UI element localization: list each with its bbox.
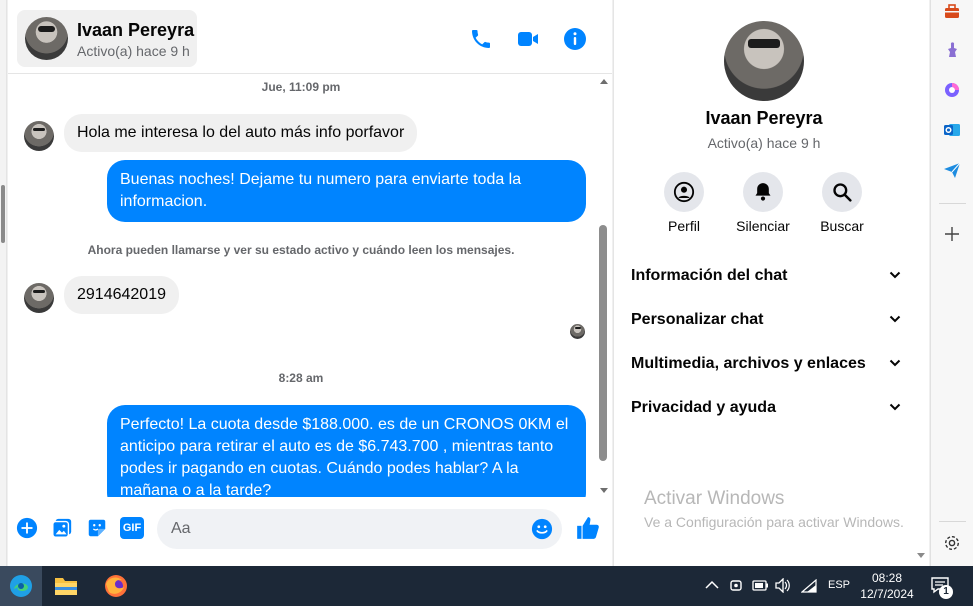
profile-avatar[interactable] [724,21,804,101]
clock-time: 08:28 [871,571,903,585]
taskbar-firefox[interactable] [95,566,137,606]
seen-receipt-avatar [570,324,585,339]
left-scrollbar-thumb[interactable] [1,185,5,243]
chat-info-notice: Ahora pueden llamarse y ver su estado ac… [87,243,515,257]
edge-browser-icon [10,575,32,597]
message-input-box[interactable] [157,509,562,549]
section-privacy-help[interactable]: Privacidad y ayuda [631,391,901,427]
profile-status: Activo(a) hace 9 h [707,135,821,151]
system-clock[interactable]: 08:28 12/7/2024 [857,570,917,602]
language-indicator[interactable]: ESP [828,579,850,591]
chevron-down-icon [889,315,901,323]
add-icon[interactable] [943,225,961,243]
search-button-label: Buscar [820,218,864,234]
profile-panel: Ivaan Pereyra Activo(a) hace 9 h Perfil … [613,0,929,566]
contact-name: Ivaan Pereyra [77,20,195,40]
section-chat-info[interactable]: Información del chat [631,259,901,295]
timestamp-separator: Jue, 11:09 pm [261,80,341,94]
sender-avatar [24,283,54,313]
search-icon [833,183,852,202]
folder-icon [55,578,77,595]
left-scrollbar[interactable] [0,0,7,566]
clock-date: 12/7/2024 [860,587,914,601]
timestamp-separator: 8:28 am [278,371,324,385]
section-customize-chat[interactable]: Personalizar chat [631,303,901,339]
info-icon[interactable] [563,27,587,51]
incoming-message[interactable]: Hola me interesa lo del auto más info po… [64,114,418,152]
send-icon[interactable] [943,161,961,179]
phone-icon[interactable] [469,27,493,51]
outlook-icon[interactable] [943,121,961,139]
chevron-down-icon [889,403,901,411]
notification-center-button[interactable]: 1 [926,573,956,599]
taskbar-file-explorer[interactable] [45,566,87,606]
activate-windows-subtitle: Ve a Configuración para activar Windows. [644,514,904,530]
toolbox-icon[interactable] [943,2,961,20]
notification-count-badge: 1 [939,585,953,599]
outgoing-message[interactable]: Buenas noches! Dejame tu numero para env… [107,160,586,222]
chevron-down-icon [889,271,901,279]
meet-now-icon[interactable] [729,577,744,594]
message-composer: GIF [8,497,612,566]
search-button[interactable]: Buscar [807,172,877,234]
mute-button-label: Silenciar [736,218,790,234]
chess-icon[interactable] [943,41,961,59]
bell-icon [755,183,771,201]
contact-avatar [25,17,68,60]
emoji-icon[interactable] [531,518,553,540]
section-title: Personalizar chat [631,311,764,328]
chat-header: Ivaan Pereyra Activo(a) hace 9 h [8,0,612,74]
person-icon [673,181,695,203]
taskbar-edge[interactable] [0,566,42,606]
photo-gallery-icon[interactable] [51,517,73,539]
section-title: Multimedia, archivos y enlaces [631,355,866,372]
sender-avatar [24,121,54,151]
video-call-icon[interactable] [516,27,540,51]
firefox-icon [105,575,127,597]
sticker-icon[interactable] [86,517,108,539]
profile-button-label: Perfil [668,218,700,234]
contact-header-button[interactable]: Ivaan Pereyra Activo(a) hace 9 h [17,10,197,67]
copilot-icon[interactable] [943,81,961,99]
profile-button[interactable]: Perfil [649,172,719,234]
message-input[interactable] [171,509,521,549]
settings-gear-icon[interactable] [943,534,961,552]
battery-icon[interactable] [752,579,769,592]
profile-scroll-down-icon[interactable] [917,553,925,558]
outgoing-message[interactable]: Perfecto! La cuota desde $188.000. es de… [107,405,586,497]
chat-panel: Ivaan Pereyra Activo(a) hace 9 h Jue, 11… [8,0,612,566]
screen: Ivaan Pereyra Activo(a) hace 9 h Jue, 11… [0,0,973,606]
incoming-message[interactable]: 2914642019 [64,276,179,314]
section-media-files-links[interactable]: Multimedia, archivos y enlaces [631,347,901,383]
gif-icon[interactable]: GIF [120,517,144,539]
volume-icon[interactable] [775,578,791,593]
tray-chevron-up-icon[interactable] [705,580,719,590]
message-list[interactable]: Jue, 11:09 pm Hola me interesa lo del au… [8,75,594,497]
scroll-down-arrow-icon[interactable] [600,488,608,493]
like-thumb-icon[interactable] [575,515,601,541]
profile-name: Ivaan Pereyra [705,108,823,128]
section-title: Información del chat [631,267,788,284]
contact-status: Activo(a) hace 9 h [77,43,190,59]
mute-button[interactable]: Silenciar [728,172,798,234]
wifi-icon[interactable] [801,579,817,593]
scroll-up-arrow-icon[interactable] [600,79,608,84]
section-title: Privacidad y ayuda [631,399,776,416]
plus-icon[interactable] [16,517,38,539]
chevron-down-icon [889,359,901,367]
activate-windows-title: Activar Windows [644,488,785,509]
message-scrollbar-thumb[interactable] [599,225,607,461]
sidebar-divider [939,521,966,522]
windows-taskbar: ESP 08:28 12/7/2024 1 [0,566,973,606]
message-scrollbar[interactable] [596,75,612,497]
browser-sidebar [930,0,973,566]
sidebar-divider [939,203,966,204]
